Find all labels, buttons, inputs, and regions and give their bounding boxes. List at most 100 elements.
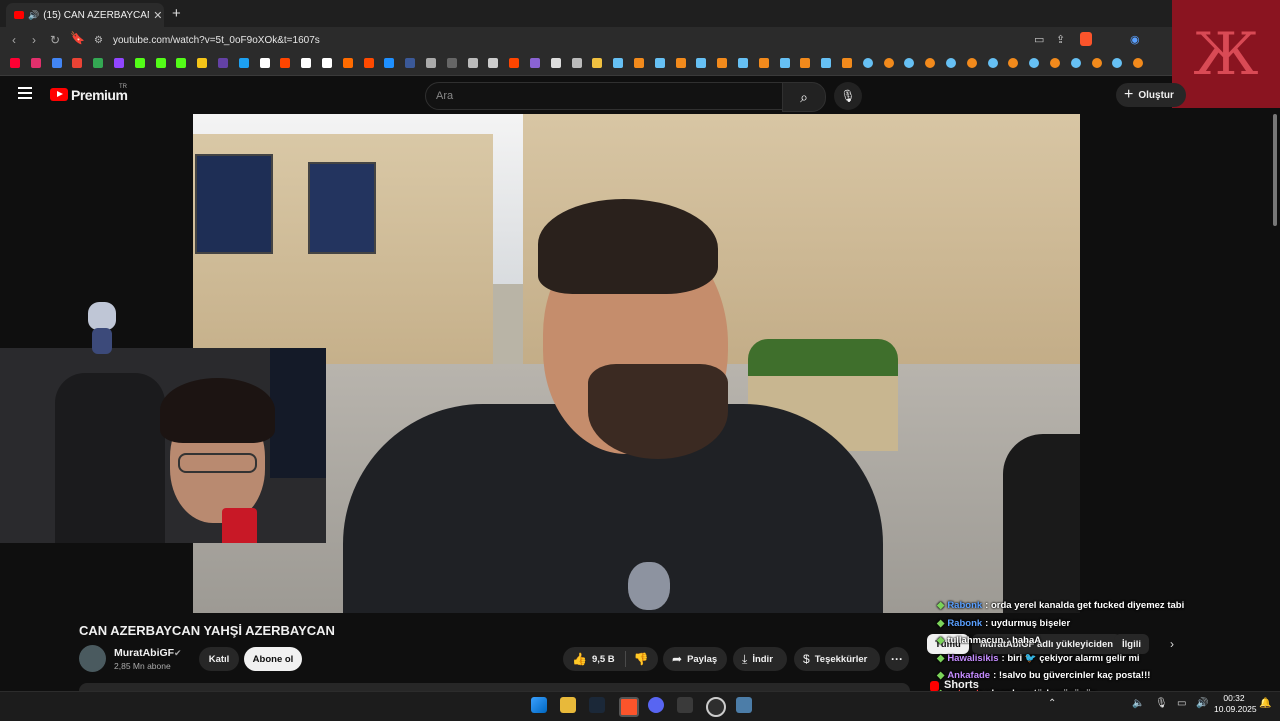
subscribe-button[interactable]: Abone ol	[244, 647, 302, 671]
bookmark-favicon-icon[interactable]	[301, 58, 312, 68]
bookmark-favicon-icon[interactable]	[987, 58, 998, 68]
forward-button[interactable]: ›	[32, 33, 36, 47]
start-icon[interactable]	[531, 697, 547, 713]
bookmark-favicon-icon[interactable]	[654, 58, 665, 68]
bookmark-favicon-icon[interactable]	[592, 58, 603, 68]
bookmark-favicon-icon[interactable]	[384, 58, 395, 68]
bookmark-favicon-icon[interactable]	[571, 58, 582, 68]
bookmark-favicon-icon[interactable]	[176, 58, 187, 68]
bookmark-favicon-icon[interactable]	[238, 58, 249, 68]
bookmark-favicon-icon[interactable]	[93, 58, 104, 68]
bookmark-icon[interactable]: 🔖	[70, 31, 85, 45]
bookmark-favicon-icon[interactable]	[883, 58, 894, 68]
bookmark-favicon-icon[interactable]	[155, 58, 166, 68]
brave-shield-icon[interactable]	[1080, 32, 1092, 46]
taskbar-clock[interactable]: 00:32 10.09.2025	[1214, 693, 1257, 715]
channel-avatar[interactable]	[79, 645, 106, 672]
bookmark-favicon-icon[interactable]	[550, 58, 561, 68]
page-scrollbar[interactable]	[1272, 114, 1278, 688]
bookmark-favicon-icon[interactable]	[800, 58, 811, 68]
audio-icon[interactable]: ◉	[1130, 33, 1140, 46]
notification-icon[interactable]: 🔔	[1259, 698, 1271, 709]
bookmark-favicon-icon[interactable]	[696, 58, 707, 68]
bookmark-favicon-icon[interactable]	[467, 58, 478, 68]
more-actions-button[interactable]: ···	[885, 647, 909, 671]
bookmark-favicon-icon[interactable]	[134, 58, 145, 68]
search-input[interactable]: Ara	[425, 82, 784, 110]
bookmark-favicon-icon[interactable]	[966, 58, 977, 68]
bookmark-favicon-icon[interactable]	[405, 58, 416, 68]
speaker-icon[interactable]: 🔊	[28, 10, 39, 21]
cast-icon[interactable]: ▭	[1034, 33, 1044, 46]
obs-icon[interactable]	[706, 697, 726, 717]
join-button[interactable]: Katıl	[199, 647, 239, 671]
discord-icon[interactable]	[648, 697, 664, 713]
bookmark-favicon-icon[interactable]	[758, 58, 769, 68]
bookmark-favicon-icon[interactable]	[322, 58, 332, 68]
speaker-tray-icon[interactable]: 🔊	[1196, 698, 1208, 709]
badge-icon: ◆	[937, 600, 945, 611]
url-field[interactable]: ⚙ youtube.com/watch?v=5t_0oF9oXOk&t=1607…	[88, 30, 1028, 50]
bookmark-favicon-icon[interactable]	[1091, 58, 1102, 68]
reload-button[interactable]: ↻	[50, 33, 60, 47]
bookmark-favicon-icon[interactable]	[675, 58, 686, 68]
bookmark-favicon-icon[interactable]	[821, 58, 832, 68]
steam-icon[interactable]	[589, 697, 605, 713]
chip-related[interactable]: İlgili	[1114, 634, 1149, 654]
mic-tray-icon[interactable]: 🎙	[1155, 698, 1168, 709]
like-count[interactable]: 9,5 B	[592, 654, 615, 665]
app-icon[interactable]	[736, 697, 752, 713]
bookmark-favicon-icon[interactable]	[862, 58, 873, 68]
voice-search-button[interactable]: 🎙	[834, 82, 862, 110]
bookmark-favicon-icon[interactable]	[51, 58, 62, 68]
back-button[interactable]: ‹	[12, 33, 16, 47]
channel-name[interactable]: MuratAbiGF	[114, 647, 174, 659]
tab-close-icon[interactable]: ✕	[153, 9, 162, 22]
app-icon[interactable]	[677, 697, 693, 713]
dislike-icon[interactable]: 👎	[634, 652, 649, 666]
bookmark-favicon-icon[interactable]	[363, 58, 374, 68]
share-page-icon[interactable]: ⇪	[1056, 33, 1065, 46]
bookmark-favicon-icon[interactable]	[613, 58, 624, 68]
brave-icon[interactable]	[619, 697, 639, 717]
file-explorer-icon[interactable]	[560, 697, 576, 713]
bookmark-favicon-icon[interactable]	[72, 58, 83, 68]
bookmark-favicon-icon[interactable]	[114, 58, 124, 68]
new-tab-button[interactable]: +	[172, 5, 181, 22]
bookmark-favicon-icon[interactable]	[717, 58, 728, 68]
youtube-logo-icon[interactable]	[50, 88, 68, 101]
bookmark-favicon-icon[interactable]	[509, 58, 520, 68]
network-icon[interactable]: ▭	[1177, 698, 1186, 709]
bookmark-favicon-icon[interactable]	[842, 58, 852, 68]
tray-chevron-icon[interactable]: ⌃	[1048, 698, 1056, 709]
search-button[interactable]: ⌕	[782, 82, 826, 112]
bookmark-favicon-icon[interactable]	[1070, 58, 1081, 68]
bookmark-favicon-icon[interactable]	[259, 58, 270, 68]
bookmark-favicon-icon[interactable]	[10, 58, 20, 68]
bookmark-favicon-icon[interactable]	[738, 58, 748, 68]
download-button[interactable]: ⤓ İndir	[733, 647, 787, 671]
bookmark-favicon-icon[interactable]	[426, 58, 436, 68]
volume-icon[interactable]: 🔈	[1132, 698, 1144, 709]
browser-tab[interactable]: 🔊 (15) CAN AZERBAYCAN YAHŞİ ✕	[6, 3, 164, 27]
bookmark-favicon-icon[interactable]	[342, 58, 353, 68]
bookmark-favicon-icon[interactable]	[946, 58, 956, 68]
bookmark-favicon-icon[interactable]	[634, 58, 644, 68]
share-button[interactable]: ➦ Paylaş	[663, 647, 727, 671]
site-info-icon[interactable]: ⚙	[94, 35, 103, 46]
like-icon[interactable]: 👍	[572, 652, 587, 666]
bookmark-favicon-icon[interactable]	[30, 58, 41, 68]
chevron-right-icon[interactable]: ›	[1170, 637, 1174, 651]
video-player[interactable]	[193, 114, 1080, 613]
menu-icon[interactable]	[18, 87, 32, 99]
bookmark-favicon-icon[interactable]	[488, 58, 499, 68]
create-button[interactable]: + Oluştur	[1116, 83, 1186, 107]
bookmark-favicon-icon[interactable]	[197, 58, 208, 68]
bookmark-favicon-icon[interactable]	[446, 58, 457, 68]
bookmark-favicon-icon[interactable]	[779, 58, 790, 68]
thanks-button[interactable]: $ Teşekkürler	[794, 647, 880, 671]
bookmark-favicon-icon[interactable]	[530, 58, 540, 68]
bookmark-favicon-icon[interactable]	[1050, 58, 1060, 68]
bookmark-favicon-icon[interactable]	[218, 58, 228, 68]
bookmark-favicon-icon[interactable]	[280, 58, 291, 68]
